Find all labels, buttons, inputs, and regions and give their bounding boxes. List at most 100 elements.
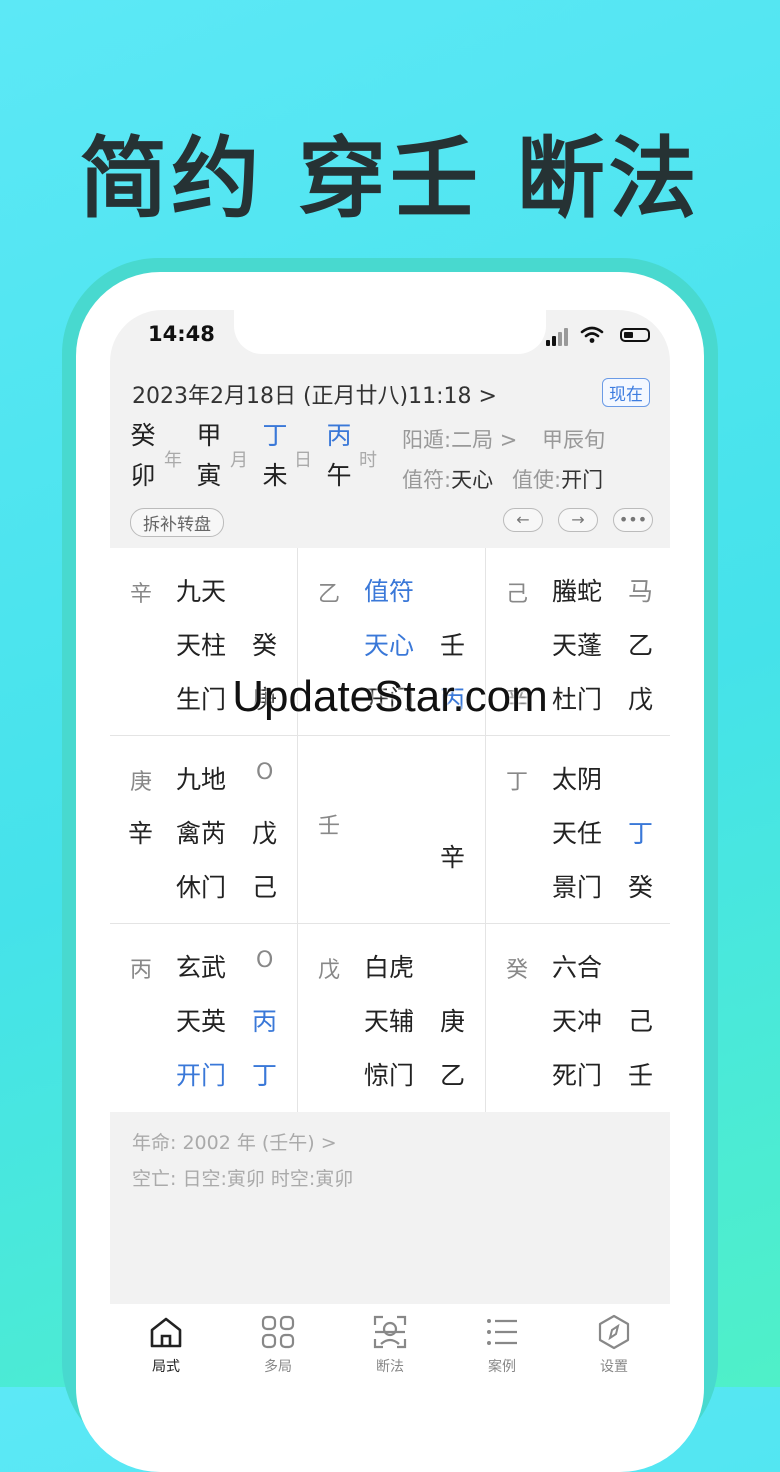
- now-button[interactable]: 现在: [602, 378, 650, 407]
- palace-stem: 丁: [506, 770, 529, 795]
- pillar-day: 丁 未: [260, 416, 290, 496]
- palace-star-stem: 壬: [440, 631, 466, 660]
- tab-label: 设置: [600, 1359, 628, 1375]
- tab-analysis[interactable]: 断法: [334, 1304, 446, 1394]
- wifi-icon: [580, 326, 604, 343]
- pillar-month-suffix: 月: [230, 450, 248, 471]
- pillar-month: 甲 寅: [194, 416, 224, 496]
- status-icons: [546, 326, 650, 346]
- more-button[interactable]: •••: [613, 508, 653, 532]
- palace-door: 景门: [552, 873, 603, 902]
- palace-stem: 癸: [506, 958, 529, 983]
- tab-label: 多局: [264, 1359, 292, 1375]
- palace-stem: 戊: [318, 958, 341, 983]
- pillar-day-stem: 丁: [262, 421, 288, 450]
- palace-star-stem: 庚: [440, 1007, 466, 1036]
- palace-door-stem: 乙: [440, 1061, 466, 1090]
- palace-door: 死门: [552, 1061, 603, 1090]
- palace-deity: 值符: [364, 577, 415, 606]
- scan-icon: [373, 1315, 407, 1349]
- palace-cell[interactable]: 庚 九地 O 辛 禽芮 戊 休门 己: [110, 736, 297, 923]
- pillar-hour-branch: 午: [326, 461, 352, 490]
- palace-stem: 乙: [318, 582, 341, 607]
- palace-center-stem: 辛: [440, 843, 466, 872]
- tab-label: 断法: [376, 1359, 404, 1375]
- dun-selector[interactable]: 阳遁:二局 >: [402, 424, 517, 454]
- tab-layout[interactable]: 局式: [110, 1304, 222, 1394]
- palace-star: 天柱: [176, 631, 227, 660]
- palace-cell[interactable]: 戊 白虎 天辅 庚 惊门 乙: [298, 924, 485, 1112]
- tab-settings[interactable]: 设置: [558, 1304, 670, 1394]
- palace-star-stem: 乙: [628, 631, 654, 660]
- pillar-day-suffix: 日: [294, 450, 312, 471]
- palace-door: 惊门: [364, 1061, 415, 1090]
- next-button[interactable]: →: [558, 508, 598, 532]
- headline: 简约 穿壬 断法: [79, 127, 701, 230]
- pillar-year-stem: 癸: [130, 421, 156, 450]
- palace-cell[interactable]: 癸 六合 天冲 己 死门 壬: [486, 924, 670, 1112]
- app-screen: 14:48 2023年2月18日 (正月廿八)11:18 > 现在 癸 卯 年 …: [110, 310, 670, 1420]
- notch: [234, 310, 546, 354]
- palace-horse-mark: 马: [628, 577, 654, 606]
- palace-door: 开门: [176, 1061, 227, 1090]
- palace-deity: 白虎: [364, 953, 415, 982]
- tab-bar: 局式 多局 断法 案例 设置: [110, 1304, 670, 1420]
- date-selector[interactable]: 2023年2月18日 (正月廿八)11:18 >: [132, 378, 497, 410]
- palace-stem: 己: [506, 582, 529, 607]
- palace-star: 天蓬: [552, 631, 603, 660]
- palace-void-mark: O: [256, 760, 274, 785]
- more-icon: •••: [618, 510, 648, 529]
- palace-stem: 丙: [130, 958, 153, 983]
- tab-label: 局式: [152, 1359, 180, 1375]
- palace-star-stem: 己: [628, 1007, 654, 1036]
- palace-deity: 玄武: [176, 953, 227, 982]
- palace-star: 天辅: [364, 1007, 415, 1036]
- palace-deity: 九地: [176, 765, 227, 794]
- palace-cell[interactable]: 丁 太阴 天任 丁 景门 癸: [486, 736, 670, 923]
- palace-stem: 壬: [318, 814, 341, 839]
- palace-star-stem: 丁: [628, 819, 654, 848]
- zhifu-info: 值符:天心: [402, 464, 493, 494]
- zhishi-info: 值使:开门: [512, 464, 603, 494]
- pillar-month-stem: 甲: [196, 421, 222, 450]
- palace-deity: 六合: [552, 953, 603, 982]
- pillar-year-branch: 卯: [130, 461, 156, 490]
- palace-star: 天冲: [552, 1007, 603, 1036]
- xun-label: 甲辰旬: [542, 428, 605, 452]
- palace-star: 天任: [552, 819, 603, 848]
- tab-label: 案例: [488, 1359, 516, 1375]
- tab-cases[interactable]: 案例: [446, 1304, 558, 1394]
- arrow-left-icon: ←: [516, 510, 530, 529]
- palace-cell[interactable]: 丙 玄武 O 天英 丙 开门 丁: [110, 924, 297, 1112]
- list-icon: [487, 1319, 517, 1345]
- zhishi-value: 开门: [561, 468, 604, 492]
- zhifu-value: 天心: [451, 468, 494, 492]
- pillar-day-branch: 未: [262, 461, 288, 490]
- palace-star-stem: 戊: [252, 819, 278, 848]
- pillar-hour-suffix: 时: [359, 450, 377, 471]
- prev-button[interactable]: ←: [503, 508, 543, 532]
- arrow-right-icon: →: [571, 510, 585, 529]
- status-time: 14:48: [148, 322, 215, 346]
- palace-deity: 太阴: [552, 765, 603, 794]
- palace-star-stem: 癸: [252, 631, 278, 660]
- palace-deity: 九天: [176, 577, 227, 606]
- tab-multi[interactable]: 多局: [222, 1304, 334, 1394]
- palace-door-stem: 己: [252, 873, 278, 902]
- palace-stem: 辛: [130, 582, 153, 607]
- compass-icon: [598, 1314, 630, 1350]
- split-board-button[interactable]: 拆补转盘: [130, 508, 224, 537]
- watermark: UpdateStar.com: [232, 672, 548, 721]
- pillar-month-branch: 寅: [196, 461, 222, 490]
- life-year-row[interactable]: 年命: 2002 年 (壬午) >: [132, 1128, 337, 1155]
- signal-icon: [546, 326, 570, 346]
- pillar-year-suffix: 年: [164, 450, 182, 471]
- palace-void-mark: O: [256, 948, 274, 973]
- palace-deity: 螣蛇: [552, 577, 603, 606]
- palace-door-stem: 癸: [628, 873, 654, 902]
- void-row: 空亡: 日空:寅卯 时空:寅卯: [132, 1168, 354, 1190]
- palace-door-stem: 壬: [628, 1061, 654, 1090]
- palace-stem: 庚: [130, 770, 153, 795]
- grid-icon: [261, 1315, 295, 1349]
- palace-cell-center[interactable]: 壬 辛: [298, 736, 485, 923]
